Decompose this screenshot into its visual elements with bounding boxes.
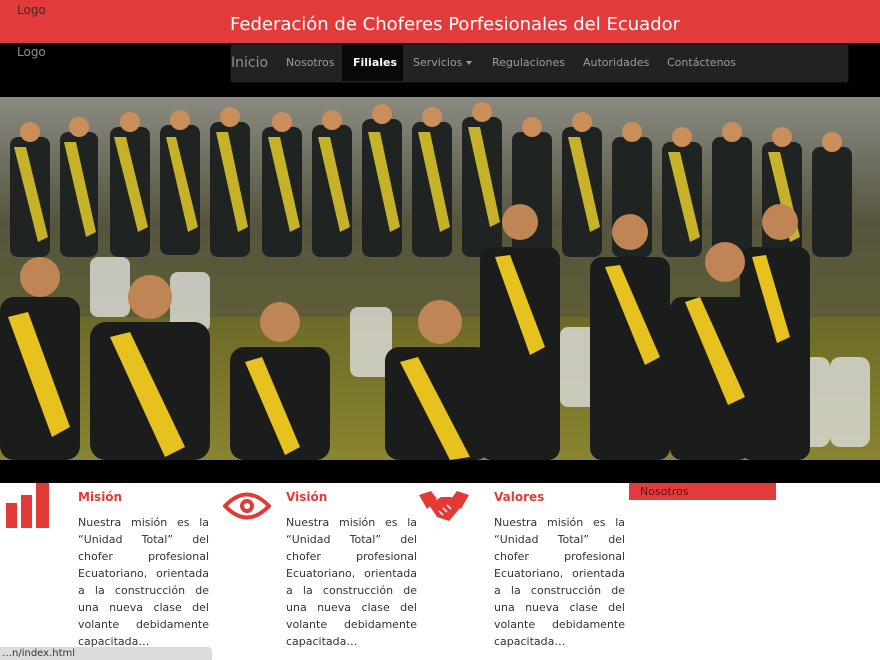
hero-bottom-band [0, 460, 880, 483]
nav-item-servicios[interactable]: Servicios [413, 56, 473, 69]
nav-item-regulaciones[interactable]: Regulaciones [492, 56, 565, 69]
valores-text: Nuestra misión es la “Unidad Total” del … [494, 516, 625, 648]
logo-nav[interactable]: Logo [17, 45, 46, 59]
hero-image [0, 97, 880, 460]
nav-item-servicios-label: Servicios [413, 56, 463, 69]
logo-top[interactable]: Logo [17, 3, 46, 17]
nav-item-autoridades[interactable]: Autoridades [583, 56, 649, 69]
nosotros-panel-header: Nosotros [629, 483, 776, 500]
bar-chart-icon [6, 483, 52, 533]
nav-item-filiales[interactable]: Filiales [353, 56, 397, 69]
site-title: Federación de Choferes Porfesionales del… [230, 14, 681, 35]
vision-title: Visión [286, 490, 328, 504]
hero-photo [0, 97, 880, 460]
chevron-down-icon [466, 61, 473, 65]
mision-title: Misión [78, 490, 123, 504]
nav-brand-inicio[interactable]: Inicio [231, 55, 268, 71]
handshake-icon [419, 489, 469, 529]
valores-title: Valores [494, 490, 545, 504]
mision-text: Nuestra misión es la “Unidad Total” del … [78, 516, 209, 648]
vision-text: Nuestra misión es la “Unidad Total” del … [286, 516, 417, 648]
nav-item-contactenos[interactable]: Contáctenos [667, 56, 736, 69]
browser-status-url: …n/index.html [0, 647, 212, 660]
eye-icon [222, 489, 272, 527]
nav-item-nosotros[interactable]: Nosotros [286, 56, 334, 69]
